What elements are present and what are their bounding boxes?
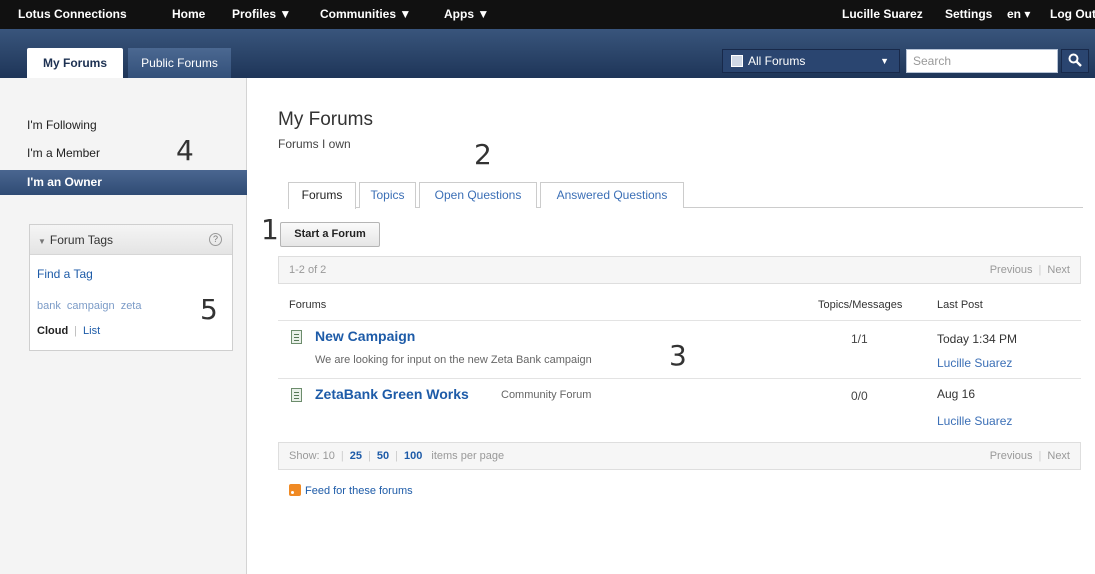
rss-icon [289,484,301,496]
help-icon[interactable]: ? [209,233,222,246]
tab-topics[interactable]: Topics [359,182,416,208]
tab-my-forums[interactable]: My Forums [27,48,123,78]
column-header-last-post: Last Post [937,299,983,311]
user-name-link[interactable]: Lucille Suarez [842,7,923,21]
tab-open-questions[interactable]: Open Questions [419,182,537,208]
feed-link[interactable]: Feed for these forums [289,484,413,497]
annotation-2: 2 [474,138,492,171]
tag-view-toggle: Cloud | List [37,325,101,337]
page-subtitle: Forums I own [278,137,351,151]
nav-communities[interactable]: Communities ▼ [320,7,411,21]
list-view-link[interactable]: List [83,325,100,337]
tab-public-forums[interactable]: Public Forums [128,48,231,78]
forum-icon [731,55,743,67]
annotation-5: 5 [200,293,218,326]
sidebar-item-member[interactable]: I'm a Member [0,141,247,166]
feed-label: Feed for these forums [305,485,413,497]
forum-icon [291,388,302,402]
logout-link[interactable]: Log Out [1050,7,1095,21]
search-input[interactable]: Search [906,49,1058,73]
forum-tags-widget: ▼ Forum Tags ? Find a Tag bank campaign z… [29,224,233,351]
cloud-view: Cloud [37,325,69,337]
forum-tags-title: Forum Tags [49,233,114,247]
tag-link[interactable]: campaign [67,300,115,312]
search-button[interactable] [1061,49,1089,73]
result-range: 1-2 of 2 [289,264,327,276]
nav-profiles[interactable]: Profiles ▼ [232,7,291,21]
sidebar-item-owner[interactable]: I'm an Owner [0,170,247,195]
forum-icon [291,330,302,344]
pager-bottom: Show: 10 | 25 | 50 | 100 items per page Previo… [278,442,1081,470]
forum-tabs: Forums Topics Open Questions Answered Qu… [288,182,1083,209]
topics-messages-count: 1/1 [851,332,868,346]
previous-link[interactable]: Previous [990,450,1033,462]
annotation-1: 1 [261,213,279,246]
chevron-down-icon: ▼ [880,56,889,66]
nav-apps[interactable]: Apps ▼ [444,7,489,21]
items-per-page-label: items per page [431,450,505,462]
page-size-label: Show: 10 [289,450,335,462]
last-post-date: Today 1:34 PM [937,332,1018,346]
settings-link[interactable]: Settings [945,7,992,21]
topics-messages-count: 0/0 [851,389,868,403]
language-menu[interactable]: en ▾ [1007,7,1030,21]
last-post-date: Aug 16 [937,387,976,401]
top-navigation-bar: Lotus Connections Home Profiles ▼ Commun… [0,0,1095,29]
find-a-tag-link[interactable]: Find a Tag [37,267,93,281]
annotation-3: 3 [669,339,687,372]
start-forum-button[interactable]: Start a Forum [280,222,380,247]
forum-description: We are looking for input on the new Zeta… [315,354,592,366]
page-size-100[interactable]: 100 [404,450,422,462]
nav-home[interactable]: Home [172,7,205,21]
annotation-4: 4 [176,134,194,167]
next-link[interactable]: Next [1047,264,1070,276]
search-scope-label: All Forums [748,54,806,68]
collapse-triangle-icon: ▼ [38,237,46,246]
community-forum-label: Community Forum [501,389,592,401]
forum-name-link[interactable]: New Campaign [315,328,415,344]
last-post-author-link[interactable]: Lucille Suarez [937,414,1012,428]
tab-forums[interactable]: Forums [288,182,356,209]
sidebar: I'm Following I'm a Member I'm an Owner … [0,78,247,574]
sidebar-item-following[interactable]: I'm Following [0,113,247,138]
next-link[interactable]: Next [1047,450,1070,462]
forum-tags-header[interactable]: ▼ Forum Tags [30,225,232,255]
forum-name-link[interactable]: ZetaBank Green Works [315,386,469,402]
app-header: My Forums Public Forums All Forums ▼ Sea… [0,29,1095,78]
pager-top: 1-2 of 2 Previous | Next [278,256,1081,284]
page-title: My Forums [278,109,373,130]
column-header-forums: Forums [289,299,327,311]
search-scope-select[interactable]: All Forums ▼ [722,49,900,73]
app-brand: Lotus Connections [18,7,127,21]
column-header-topics-messages: Topics/Messages [818,299,903,311]
search-icon [1068,53,1082,67]
tag-link[interactable]: zeta [121,300,142,312]
tab-answered-questions[interactable]: Answered Questions [540,182,684,208]
previous-link[interactable]: Previous [990,264,1033,276]
page-size-25[interactable]: 25 [350,450,362,462]
tag-cloud: bank campaign zeta [37,300,144,312]
last-post-author-link[interactable]: Lucille Suarez [937,356,1012,370]
page-size-50[interactable]: 50 [377,450,389,462]
tag-link[interactable]: bank [37,300,61,312]
